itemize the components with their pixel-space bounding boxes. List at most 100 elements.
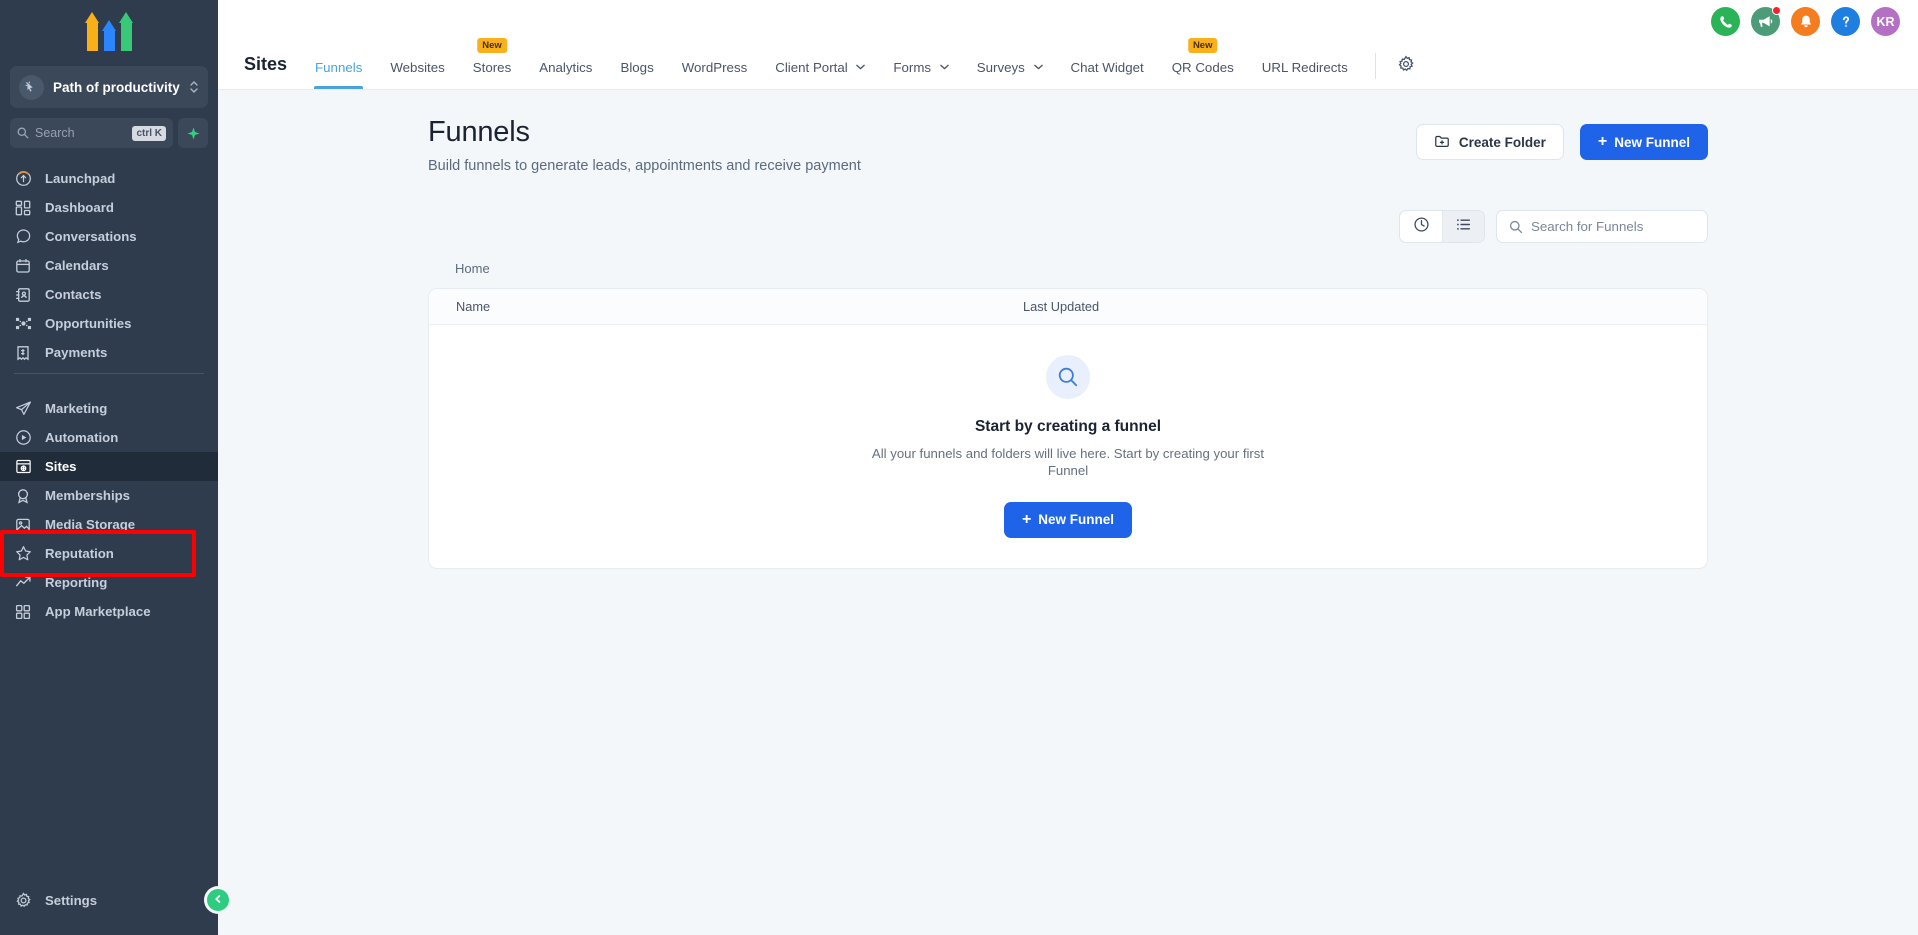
sidebar-item-reputation[interactable]: Reputation [0,539,218,568]
tab-label: Client Portal [775,60,848,75]
tab-label: Stores [472,60,512,75]
new-funnel-button[interactable]: + New Funnel [1579,124,1708,160]
tab-label: QR Codes [1171,60,1234,75]
chevron-left-icon [213,894,223,907]
sidebar-item-conversations[interactable]: Conversations [0,222,218,251]
brand-logo[interactable] [0,0,218,62]
list-icon [1455,216,1472,238]
new-badge: New [1187,38,1218,53]
column-header-last-updated[interactable]: Last Updated [1023,299,1099,314]
tab-surveys[interactable]: Surveys [963,60,1057,89]
column-header-name[interactable]: Name [429,299,1023,314]
play-circle-icon [14,429,32,447]
funnels-search-input[interactable]: Search for Funnels [1496,210,1708,243]
tab-label: URL Redirects [1261,60,1348,75]
tab-blogs[interactable]: Blogs [606,60,667,89]
empty-state-new-funnel-button[interactable]: + New Funnel [1003,501,1133,538]
sidebar-item-sites[interactable]: Sites [0,452,218,481]
sidebar-item-label: Opportunities [45,316,132,331]
tab-chat-widget[interactable]: Chat Widget [1057,60,1158,89]
membership-badge-icon [14,487,32,505]
content-area: Funnels Build funnels to generate leads,… [218,90,1918,935]
sidebar-item-reporting[interactable]: Reporting [0,568,218,597]
tab-wordpress[interactable]: WordPress [668,60,762,89]
sidebar-item-launchpad[interactable]: Launchpad [0,164,218,193]
sidebar-item-marketing[interactable]: Marketing [0,394,218,423]
sites-settings-button[interactable] [1389,55,1423,89]
sidebar-item-settings[interactable]: Settings [0,886,218,915]
new-funnel-label: New Funnel [1038,512,1115,528]
tab-url-redirects[interactable]: URL Redirects [1248,60,1362,89]
search-placeholder: Search [35,126,75,140]
funnels-search-placeholder: Search for Funnels [1531,219,1644,234]
page-header: Funnels Build funnels to generate leads,… [428,116,1708,174]
sidebar-item-label: Contacts [45,287,102,302]
tab-forms[interactable]: Forms [879,60,962,89]
tab-funnels[interactable]: Funnels [301,60,376,89]
sidebar-collapse-toggle[interactable] [207,889,229,911]
sidebar-item-label: Launchpad [45,171,116,186]
dashboard-grid-icon [14,199,32,217]
tab-qr-codes[interactable]: New QR Codes [1158,38,1248,89]
sidebar-item-automation[interactable]: Automation [0,423,218,452]
funnels-toolbar: Search for Funnels [428,210,1708,243]
account-name: Path of productivity [53,79,180,95]
sidebar-item-label: Sites [45,459,77,474]
announcement-megaphone-icon[interactable] [1751,6,1781,36]
sidebar-item-contacts[interactable]: Contacts [0,280,218,309]
tab-label: Blogs [620,60,654,75]
section-title: Sites [244,54,288,74]
list-view-button[interactable] [1442,211,1484,242]
section-tabs: Sites Funnels Websites New Stores Analyt… [244,38,1918,89]
notifications-bell-icon[interactable] [1791,7,1820,36]
tab-stores[interactable]: New Stores [459,38,525,89]
create-folder-button[interactable]: Create Folder [1415,124,1564,160]
tab-analytics[interactable]: Analytics [525,60,606,89]
trend-up-icon [14,574,32,592]
search-icon [17,127,29,139]
cursor-click-icon [19,74,44,100]
clock-icon [1413,216,1430,238]
sidebar-item-label: Settings [45,893,98,908]
apps-grid-icon [14,603,32,621]
notification-badge-dot [1772,6,1781,15]
search-shortcut: ctrl K [132,125,166,141]
browser-window-icon [14,458,32,476]
sidebar-item-app-marketplace[interactable]: App Marketplace [0,597,218,626]
account-switcher[interactable]: Path of productivity [10,66,208,108]
avatar[interactable]: KR [1871,7,1900,36]
plus-icon: + [1597,133,1608,150]
star-icon [14,545,32,563]
phone-dialer-icon[interactable] [1711,7,1740,36]
sidebar-item-label: Memberships [45,488,131,503]
recent-view-button[interactable] [1400,211,1442,242]
calendar-icon [14,257,32,275]
contact-book-icon [14,286,32,304]
plus-icon: + [1021,510,1032,528]
sidebar-divider [14,373,204,374]
sidebar-item-payments[interactable]: Payments [0,338,218,367]
sidebar-item-media-storage[interactable]: Media Storage [0,510,218,539]
paper-plane-icon [14,400,32,418]
sidebar-item-dashboard[interactable]: Dashboard [0,193,218,222]
sidebar-item-label: Media Storage [45,517,136,532]
tab-label: Websites [390,60,445,75]
sidebar-item-memberships[interactable]: Memberships [0,481,218,510]
tab-label: WordPress [681,60,748,75]
gear-icon [1397,55,1415,78]
sidebar-item-opportunities[interactable]: Opportunities [0,309,218,338]
top-bar-actions: KR [1711,6,1900,36]
tab-websites[interactable]: Websites [376,60,458,89]
chevron-down-icon [856,62,866,72]
sidebar-item-label: App Marketplace [45,604,151,619]
search-input[interactable]: Search ctrl K [10,118,173,148]
sidebar-item-label: Dashboard [45,200,114,215]
empty-state-title: Start by creating a funnel [974,418,1162,436]
tab-label: Chat Widget [1070,60,1144,75]
help-icon[interactable] [1831,7,1860,36]
sparkle-icon[interactable] [178,118,208,148]
sidebar-item-calendars[interactable]: Calendars [0,251,218,280]
breadcrumb[interactable]: Home [428,261,1708,276]
tab-client-portal[interactable]: Client Portal [761,60,879,89]
sidebar-item-label: Marketing [45,401,108,416]
